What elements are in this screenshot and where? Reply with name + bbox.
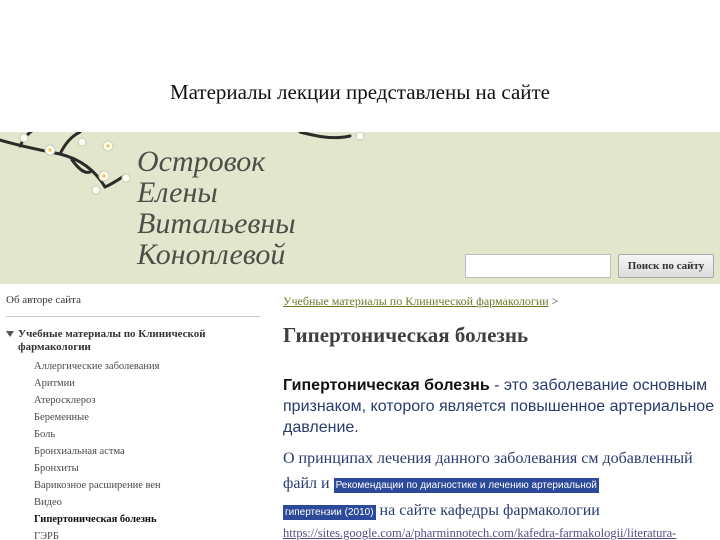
sidebar-item-about[interactable]: Об авторе сайта xyxy=(6,294,256,306)
sidebar-item[interactable]: Беременные xyxy=(34,409,260,426)
sidebar-item[interactable]: ГЭРБ xyxy=(34,528,260,540)
sidebar-divider xyxy=(6,316,260,317)
breadcrumb-link[interactable]: Учебные материалы по Клинической фармако… xyxy=(283,294,549,308)
cherry-blossom-branch-decoration xyxy=(0,132,365,195)
site-name-line: Островок xyxy=(137,145,266,178)
sidebar-item-active[interactable]: Гипертоническая болезнь xyxy=(34,511,260,528)
sidebar-item[interactable]: Атеросклероз xyxy=(34,392,260,409)
sidebar-section-title[interactable]: Учебные материалы по Клинической фармако… xyxy=(18,328,260,354)
sidebar: Об авторе сайта Учебные материалы по Кли… xyxy=(6,294,260,540)
treatment-text-tail: на сайте кафедры фармакологии xyxy=(375,502,600,519)
sidebar-item[interactable]: Варикозное расширение вен xyxy=(34,477,260,494)
page-content: Об авторе сайта Учебные материалы по Кли… xyxy=(0,284,720,540)
sidebar-item[interactable]: Бронхиальная астма xyxy=(34,443,260,460)
slide-title: Материалы лекции представлены на сайте xyxy=(169,80,551,104)
sidebar-item[interactable]: Аритмии xyxy=(34,375,260,392)
external-url-link[interactable]: https://sites.google.com/a/pharminnotech… xyxy=(283,526,715,540)
sidebar-section-toggle[interactable]: Учебные материалы по Клинической фармако… xyxy=(6,328,260,354)
search-button[interactable]: Поиск по сайту xyxy=(618,254,714,278)
expand-triangle-icon[interactable] xyxy=(6,331,14,337)
sidebar-section: Учебные материалы по Клинической фармако… xyxy=(6,328,260,540)
sidebar-item[interactable]: Бронхиты xyxy=(34,460,260,477)
site-header: Островок Елены Витальевны Коноплевой Пои… xyxy=(0,132,720,284)
breadcrumb: Учебные материалы по Клинической фармако… xyxy=(283,294,715,309)
main-content: Учебные материалы по Клинической фармако… xyxy=(283,294,715,540)
sidebar-item[interactable]: Видео xyxy=(34,494,260,511)
attachment-link[interactable]: Рекомендации по диагностике и лечению ар… xyxy=(333,478,599,493)
page-title: Гипертоническая болезнь xyxy=(283,323,529,347)
site-name[interactable]: Островок Елены Витальевны Коноплевой xyxy=(137,146,296,270)
attachment-link-continued[interactable]: гипертензии (2010) xyxy=(283,505,376,520)
sidebar-nav-list: Аллергические заболевания Аритмии Атерос… xyxy=(6,358,260,540)
sidebar-item[interactable]: Аллергические заболевания xyxy=(34,358,260,375)
breadcrumb-separator: > xyxy=(551,294,559,308)
site-name-line: Елены xyxy=(137,176,218,209)
search-input[interactable] xyxy=(465,254,611,278)
site-name-line: Витальевны xyxy=(137,207,296,240)
definition-text: Гипертоническая болезнь - это заболевани… xyxy=(283,375,715,438)
treatment-paragraph: О принципах лечения данного заболевания … xyxy=(283,446,715,525)
sidebar-item[interactable]: Боль xyxy=(34,426,260,443)
site-name-line: Коноплевой xyxy=(137,238,286,271)
definition-term: Гипертоническая болезнь xyxy=(283,377,490,394)
